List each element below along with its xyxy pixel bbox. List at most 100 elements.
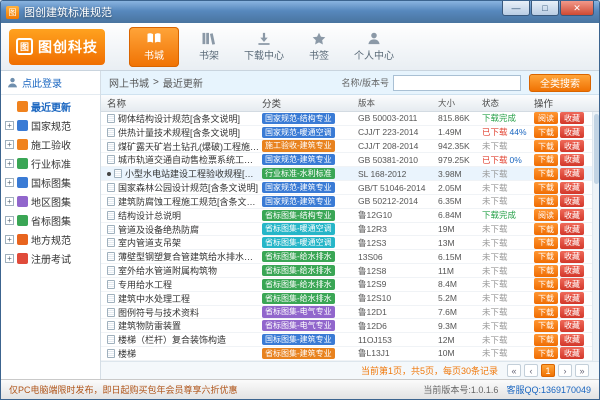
category-badge: 省标图集-建筑专业 (262, 348, 335, 359)
table-row[interactable]: 楼梯（栏杆）复合装饰构造国标图集-建筑专业11OJ15312M未下载下载收藏 (101, 333, 599, 347)
table-row[interactable]: 煤矿露天矿岩土钻孔(爆破)工程施工及质量验收规范[含条文说明]施工验收-建筑专业… (101, 140, 599, 154)
expand-icon[interactable]: + (5, 121, 14, 130)
table-row[interactable]: 薄壁型钢塑复合管建筑给水排水系统安装构造省标图集-给水排水13S066.15M未… (101, 250, 599, 264)
pagination-last[interactable]: » (575, 364, 589, 377)
expand-icon[interactable]: + (5, 159, 14, 168)
expand-icon[interactable]: + (5, 235, 14, 244)
sidebar-item-1[interactable]: +国家规范 (1, 116, 100, 135)
sidebar-item-6[interactable]: +省标图集 (1, 211, 100, 230)
status-cell: 未下载 (482, 320, 534, 332)
table-row[interactable]: 结构设计总说明省标图集-结构专业鲁12G106.84M下载完成阅读收藏 (101, 209, 599, 223)
doc-name-cell: 建筑中水处理工程 (101, 292, 262, 305)
download-button[interactable]: 下载 (534, 140, 558, 152)
download-button[interactable]: 下载 (534, 306, 558, 318)
scrollbar-thumb[interactable] (594, 114, 599, 184)
favorite-button[interactable]: 收藏 (560, 306, 584, 318)
favorite-button[interactable]: 收藏 (560, 209, 584, 221)
table-row[interactable]: 供热计量技术规程[含条文说明]国家规范-暖通空调CJJ/T 223-20141.… (101, 126, 599, 140)
download-button[interactable]: 下载 (534, 182, 558, 194)
table-row[interactable]: 建筑防腐蚀工程施工规范[含条文说明]国家规范-建筑专业GB 50212-2014… (101, 195, 599, 209)
sidebar-item-4[interactable]: +国标图集 (1, 173, 100, 192)
favorite-button[interactable]: 收藏 (560, 320, 584, 332)
sidebar-item-label: 地区图集 (31, 194, 71, 209)
expand-icon[interactable]: + (5, 216, 14, 225)
download-button[interactable]: 下载 (534, 223, 558, 235)
pagination-page-1[interactable]: 1 (541, 364, 555, 377)
sidebar-item-7[interactable]: +地方规范 (1, 230, 100, 249)
download-button[interactable]: 下载 (534, 347, 558, 359)
close-button[interactable]: ✕ (560, 1, 594, 16)
download-button[interactable]: 下载 (534, 168, 558, 180)
read-button[interactable]: 阅读 (534, 112, 558, 124)
sidebar-item-2[interactable]: +施工验收 (1, 135, 100, 154)
download-button[interactable]: 下载 (534, 292, 558, 304)
favorite-button[interactable]: 收藏 (560, 112, 584, 124)
expand-icon[interactable]: + (5, 254, 14, 263)
breadcrumb-root[interactable]: 网上书城 (109, 75, 149, 90)
favorite-button[interactable]: 收藏 (560, 278, 584, 290)
title-bar[interactable]: 图 图创建筑标准规范 — □ ✕ (1, 1, 599, 23)
search-input[interactable] (393, 75, 521, 91)
download-button[interactable]: 下载 (534, 237, 558, 249)
expand-icon[interactable]: + (5, 140, 14, 149)
table-row[interactable]: 建筑中水处理工程省标图集-给水排水鲁12S105.2M未下载下载收藏 (101, 292, 599, 306)
category-badge: 省标图集-给水排水 (262, 293, 335, 304)
pagination-prev[interactable]: ‹ (524, 364, 538, 377)
nav-user-center[interactable]: 个人中心 (349, 27, 399, 67)
table-row[interactable]: 砌体结构设计规范[含条文说明]国家规范-结构专业GB 50003-2011815… (101, 112, 599, 126)
doc-name-cell: 供热计量技术规程[含条文说明] (101, 126, 262, 139)
favorite-button[interactable]: 收藏 (560, 265, 584, 277)
favorite-button[interactable]: 收藏 (560, 251, 584, 263)
download-button[interactable]: 下载 (534, 126, 558, 138)
nav-bookshelf[interactable]: 书架 (184, 27, 234, 67)
table-row[interactable]: 国家森林公园设计规范[含条文说明]国家规范-建筑专业GB/T 51046-201… (101, 181, 599, 195)
download-button[interactable]: 下载 (534, 195, 558, 207)
table-row[interactable]: 建筑物防雷装置省标图集-电气专业鲁12D69.3M未下载下载收藏 (101, 319, 599, 333)
read-button[interactable]: 阅读 (534, 209, 558, 221)
favorite-button[interactable]: 收藏 (560, 237, 584, 249)
version-text: 鲁12S10 (358, 292, 438, 304)
login-link[interactable]: 点此登录 (1, 71, 100, 95)
download-button[interactable]: 下载 (534, 320, 558, 332)
nav-bookstore[interactable]: 书城 (129, 27, 179, 67)
table-row[interactable]: 小型水电站建设工程验收规程[含条文说明]行业标准-水利标准SL 168-2012… (101, 167, 599, 181)
download-button[interactable]: 下载 (534, 334, 558, 346)
favorite-button[interactable]: 收藏 (560, 223, 584, 235)
download-button[interactable]: 下载 (534, 154, 558, 166)
favorite-button[interactable]: 收藏 (560, 195, 584, 207)
actions-cell: 下载收藏 (534, 347, 592, 359)
minimize-button[interactable]: — (502, 1, 530, 16)
favorite-button[interactable]: 收藏 (560, 126, 584, 138)
table-row[interactable]: 专用给水工程省标图集-给水排水鲁12S98.4M未下载下载收藏 (101, 278, 599, 292)
favorite-button[interactable]: 收藏 (560, 347, 584, 359)
table-row[interactable]: 室内管道支吊架省标图集-暖通空调鲁12S313M未下载下载收藏 (101, 236, 599, 250)
nav-bookmark[interactable]: 书签 (294, 27, 344, 67)
favorite-button[interactable]: 收藏 (560, 334, 584, 346)
favorite-button[interactable]: 收藏 (560, 168, 584, 180)
sidebar-item-0[interactable]: 最近更新 (1, 97, 100, 116)
pagination-next[interactable]: › (558, 364, 572, 377)
expand-icon[interactable]: + (5, 197, 14, 206)
download-button[interactable]: 下载 (534, 251, 558, 263)
table-row[interactable]: 室外给水管道附属构筑物省标图集-给水排水鲁12S811M未下载下载收藏 (101, 264, 599, 278)
favorite-button[interactable]: 收藏 (560, 154, 584, 166)
doc-name-cell: 砌体结构设计规范[含条文说明] (101, 112, 262, 125)
table-row[interactable]: 城市轨道交通自动售检票系统工程质量验收规范[含条文说明]国家规范-建筑专业GB … (101, 153, 599, 167)
download-button[interactable]: 下载 (534, 265, 558, 277)
sidebar-item-5[interactable]: + 地区图集 (1, 192, 100, 211)
sidebar-item-3[interactable]: +行业标准 (1, 154, 100, 173)
table-row[interactable]: 管道及设备绝热防腐省标图集-暖通空调鲁12R319M未下载下载收藏 (101, 223, 599, 237)
expand-icon[interactable]: + (5, 178, 14, 187)
sidebar-item-8[interactable]: +注册考试 (1, 249, 100, 268)
favorite-button[interactable]: 收藏 (560, 292, 584, 304)
search-button[interactable]: 全类搜索 (529, 74, 591, 92)
download-button[interactable]: 下载 (534, 278, 558, 290)
pagination-first[interactable]: « (507, 364, 521, 377)
vertical-scrollbar[interactable] (592, 112, 599, 361)
table-row[interactable]: 图例符号与技术资料省标图集-电气专业鲁12D17.6M未下载下载收藏 (101, 306, 599, 320)
favorite-button[interactable]: 收藏 (560, 182, 584, 194)
nav-download-center[interactable]: 下载中心 (239, 27, 289, 67)
favorite-button[interactable]: 收藏 (560, 140, 584, 152)
maximize-button[interactable]: □ (531, 1, 559, 16)
table-row[interactable]: 楼梯省标图集-建筑专业鲁L13J110M未下载下载收藏 (101, 347, 599, 361)
